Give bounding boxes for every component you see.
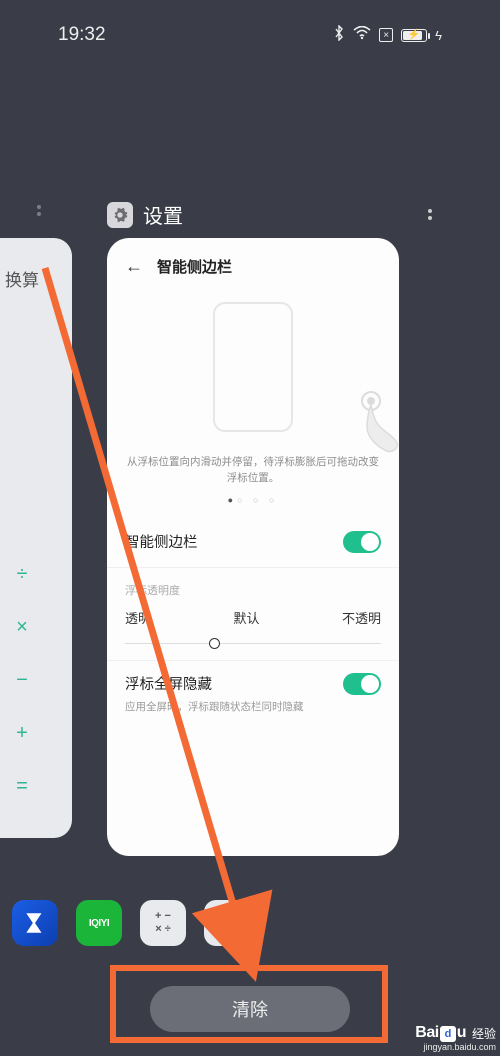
row-label: 智能侧边栏 bbox=[125, 531, 198, 552]
status-time: 19:32 bbox=[58, 24, 106, 46]
op-minus: − bbox=[16, 669, 28, 692]
watermark-url: jingyan.baidu.com bbox=[415, 1042, 496, 1052]
row-subtitle: 应用全屏时，浮标跟随状态栏同时隐藏 bbox=[125, 699, 381, 714]
status-bar: 19:32 × ⚡ ϟ bbox=[0, 20, 500, 50]
clear-label: 清除 bbox=[232, 996, 268, 1022]
page-indicator: ●○ ○ ○ bbox=[107, 493, 399, 517]
page-title: 智能侧边栏 bbox=[157, 256, 232, 277]
phone-outline-icon bbox=[213, 302, 293, 432]
app-icon-calculator[interactable]: + − × ÷ bbox=[140, 900, 186, 946]
opacity-labels: 透明 默认 不透明 bbox=[107, 602, 399, 633]
settings-app-icon bbox=[107, 202, 133, 228]
opacity-slider[interactable] bbox=[125, 643, 381, 644]
opacity-label-right: 不透明 bbox=[342, 608, 381, 627]
back-icon[interactable]: ← bbox=[125, 256, 143, 277]
more-dots-icon[interactable] bbox=[420, 205, 440, 225]
left-card-title: 换算 bbox=[0, 266, 72, 291]
section-opacity: 浮标透明度 bbox=[107, 568, 399, 602]
opacity-label-left: 透明 bbox=[125, 608, 151, 627]
op-plus: + bbox=[16, 722, 28, 745]
opacity-label-mid: 默认 bbox=[233, 608, 259, 627]
watermark-brand: Baidu bbox=[415, 1024, 466, 1042]
app-icon-iqiyi[interactable]: IQIYI bbox=[76, 900, 122, 946]
recent-card-left[interactable]: 换算 ÷ × − + = bbox=[0, 238, 72, 838]
bluetooth-icon bbox=[333, 25, 345, 45]
calc-operator-column: ÷ × − + = bbox=[0, 563, 72, 798]
op-multiply: × bbox=[16, 616, 28, 639]
watermark-suffix: 经验 bbox=[472, 1025, 496, 1042]
row-smart-sidebar[interactable]: 智能侧边栏 bbox=[107, 517, 399, 567]
status-icons: × ⚡ ϟ bbox=[333, 25, 442, 45]
row-fullscreen-hide[interactable]: 浮标全屏隐藏 应用全屏时，浮标跟随状态栏同时隐藏 bbox=[107, 661, 399, 726]
charging-icon: ϟ bbox=[435, 28, 442, 43]
wifi-icon bbox=[353, 26, 371, 44]
recent-app-header: 设置 bbox=[107, 200, 440, 229]
op-divide: ÷ bbox=[17, 563, 28, 586]
toggle-fullscreen-hide[interactable] bbox=[343, 673, 381, 695]
op-equals: = bbox=[16, 775, 28, 798]
no-sim-icon: × bbox=[379, 28, 393, 42]
iqiyi-label: IQIYI bbox=[89, 918, 109, 929]
app-icon-blue[interactable] bbox=[12, 900, 58, 946]
illustration bbox=[107, 287, 399, 447]
slider-handle[interactable] bbox=[209, 638, 220, 649]
watermark: Baidu 经验 jingyan.baidu.com bbox=[415, 1024, 496, 1052]
more-dots-left[interactable] bbox=[37, 205, 41, 216]
row-label: 浮标全屏隐藏 bbox=[125, 673, 212, 694]
clear-all-button[interactable]: 清除 bbox=[150, 986, 350, 1032]
recent-card-main[interactable]: ← 智能侧边栏 从浮标位置向内滑动并停留，待浮标膨胀后可拖动改变浮标位置。 ●○… bbox=[107, 238, 399, 856]
bottom-app-row: IQIYI + − × ÷ bbox=[12, 900, 250, 946]
battery-icon: ⚡ bbox=[401, 29, 427, 42]
toggle-smart-sidebar[interactable] bbox=[343, 531, 381, 553]
recent-app-title: 设置 bbox=[143, 200, 183, 229]
app-icon-settings-small[interactable] bbox=[204, 900, 250, 946]
hand-icon bbox=[353, 387, 399, 457]
